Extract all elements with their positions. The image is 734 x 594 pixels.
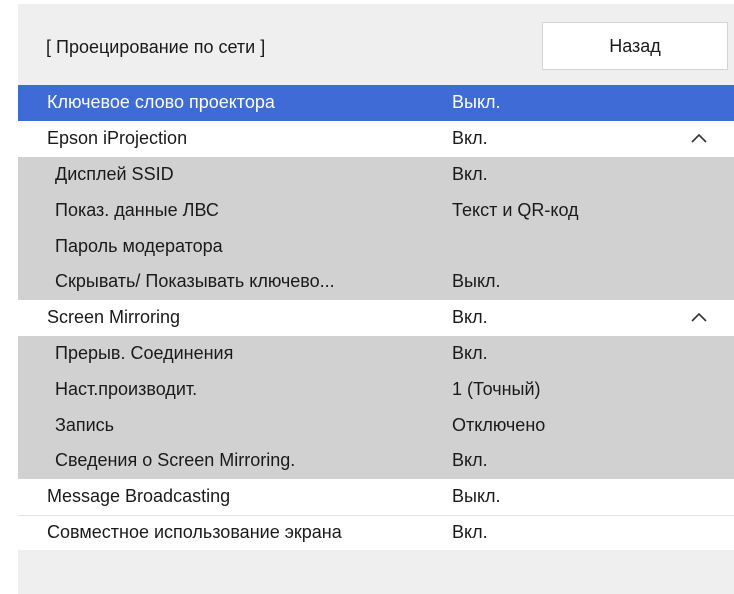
row-display-ssid[interactable]: Дисплей SSID Вкл. <box>18 156 734 193</box>
menu-header: [ Проецирование по сети ] Назад <box>18 4 734 85</box>
row-screen-mirroring[interactable]: Screen Mirroring Вкл. <box>18 299 734 336</box>
row-moderator-password[interactable]: Пароль модератора <box>18 228 734 264</box>
row-value: Вкл. <box>452 163 488 184</box>
row-label: Запись <box>55 414 115 435</box>
row-value: Выкл. <box>452 92 501 113</box>
row-performance-setting[interactable]: Наст.производит. 1 (Точный) <box>18 371 734 408</box>
row-value: Вкл. <box>452 522 488 543</box>
row-label: Показ. данные ЛВС <box>55 199 219 220</box>
back-button[interactable]: Назад <box>542 22 728 70</box>
row-value: 1 (Точный) <box>452 378 541 399</box>
row-value: Отключено <box>452 414 546 435</box>
row-interrupt-connection[interactable]: Прерыв. Соединения Вкл. <box>18 335 734 372</box>
page-title: [ Проецирование по сети ] <box>46 37 266 57</box>
row-label: Message Broadcasting <box>47 486 231 507</box>
row-display-lan-info[interactable]: Показ. данные ЛВС Текст и QR-код <box>18 192 734 229</box>
row-value: Выкл. <box>452 271 501 292</box>
row-screen-mirroring-info[interactable]: Сведения о Screen Mirroring. Вкл. <box>18 442 734 479</box>
row-value: Текст и QR-код <box>452 199 579 220</box>
row-epson-iprojection[interactable]: Epson iProjection Вкл. <box>18 120 734 157</box>
row-value: Вкл. <box>452 342 488 363</box>
row-message-broadcasting[interactable]: Message Broadcasting Выкл. <box>18 478 734 515</box>
row-label: Screen Mirroring <box>47 307 181 328</box>
chevron-up-icon[interactable] <box>690 130 708 148</box>
row-label: Прерыв. Соединения <box>55 342 234 363</box>
row-value: Вкл. <box>452 128 488 149</box>
row-value: Выкл. <box>452 486 501 507</box>
row-label: Наст.производит. <box>55 378 198 399</box>
row-hide-show-keyword[interactable]: Скрывать/ Показывать ключево... Выкл. <box>18 263 734 300</box>
row-label: Совместное использование экрана <box>47 522 342 543</box>
row-label: Скрывать/ Показывать ключево... <box>55 271 335 292</box>
row-value: Вкл. <box>452 307 488 328</box>
row-label: Ключевое слово проектора <box>47 92 275 113</box>
row-projector-keyword[interactable]: Ключевое слово проектора Выкл. <box>18 85 734 121</box>
network-projection-menu: [ Проецирование по сети ] Назад Ключевое… <box>18 4 734 594</box>
row-label: Дисплей SSID <box>55 163 174 184</box>
row-record[interactable]: Запись Отключено <box>18 407 734 443</box>
row-value: Вкл. <box>452 450 488 471</box>
chevron-up-icon[interactable] <box>690 309 708 327</box>
row-label: Epson iProjection <box>47 128 188 149</box>
row-label: Пароль модератора <box>55 235 223 256</box>
settings-list: Ключевое слово проектора Выкл. Epson iPr… <box>18 85 734 551</box>
row-screen-sharing[interactable]: Совместное использование экрана Вкл. <box>18 514 734 551</box>
row-label: Сведения о Screen Mirroring. <box>55 450 296 471</box>
